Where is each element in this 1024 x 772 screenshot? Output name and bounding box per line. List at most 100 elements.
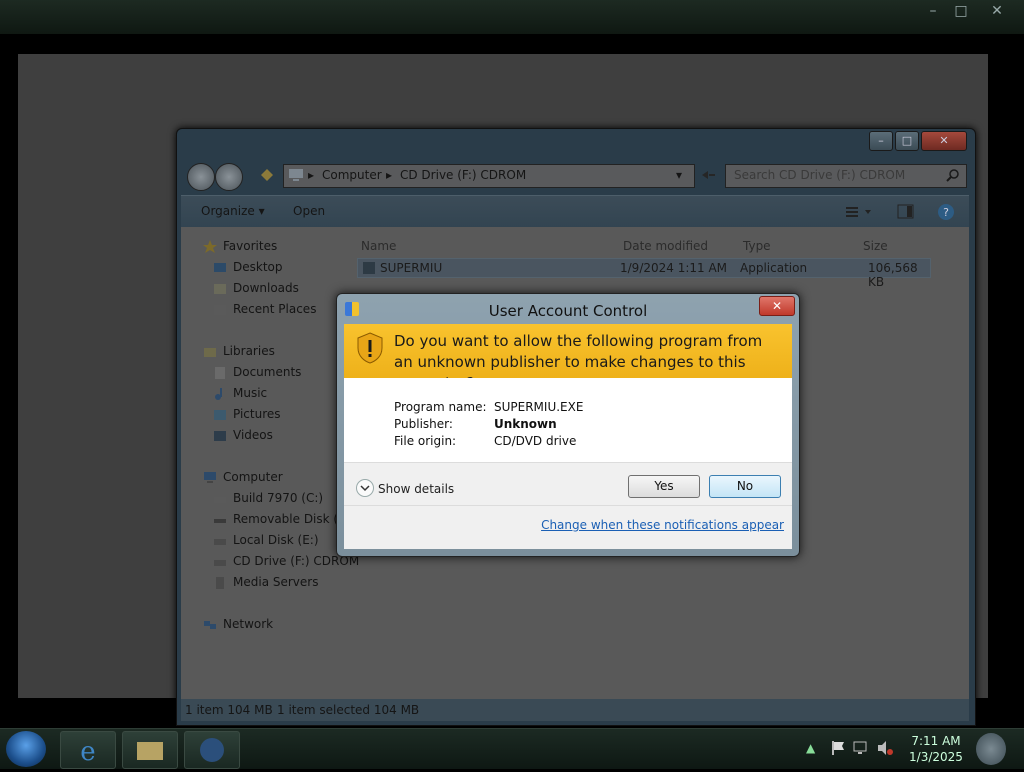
maximize-button[interactable]: □: [946, 2, 976, 20]
explorer-maximize-button[interactable]: □: [895, 131, 919, 151]
nav-documents[interactable]: Documents: [213, 365, 301, 379]
change-notifications-link[interactable]: Change when these notifications appear: [541, 518, 784, 532]
address-dropdown-icon[interactable]: ▾: [676, 168, 682, 182]
file-origin-label: File origin:: [394, 434, 457, 448]
uac-close-button[interactable]: ✕: [759, 296, 795, 316]
nav-network[interactable]: Network: [203, 617, 273, 631]
warning-shield-icon: [357, 332, 383, 364]
system-clock[interactable]: 7:11 AM 1/3/2025: [906, 733, 966, 765]
column-date-modified[interactable]: Date modified: [623, 239, 708, 253]
forward-button[interactable]: [215, 163, 243, 191]
help-icon[interactable]: ?: [937, 203, 955, 221]
column-type[interactable]: Type: [743, 239, 771, 253]
program-name-value: SUPERMIU.EXE: [494, 400, 584, 414]
pictures-icon: [214, 409, 226, 420]
status-items: 1 item 104 MB: [185, 703, 273, 717]
music-icon: [215, 387, 222, 400]
uac-dialog: User Account Control ✕ Do you want to al…: [336, 293, 800, 557]
footer-separator: [344, 505, 792, 506]
organize-button[interactable]: Organize ▾: [201, 204, 265, 218]
nav-downloads[interactable]: Downloads: [213, 281, 299, 295]
show-hidden-icons-icon[interactable]: ▲: [806, 741, 815, 755]
nav-computer[interactable]: Computer: [203, 470, 283, 484]
uac-warning-banner: Do you want to allow the following progr…: [344, 324, 792, 392]
preview-pane-icon[interactable]: [897, 204, 915, 220]
nav-libraries[interactable]: Libraries: [203, 344, 275, 358]
nav-recent-places[interactable]: Recent Places: [213, 302, 316, 316]
views-icon[interactable]: [845, 205, 875, 219]
open-button[interactable]: Open: [293, 204, 325, 218]
downloads-icon: [214, 283, 226, 294]
nav-removable-disk[interactable]: Removable Disk (D:): [213, 512, 356, 526]
command-bar: Organize ▾ Open ?: [181, 195, 969, 229]
file-size: 106,568 KB: [868, 261, 918, 289]
nav-cd-drive[interactable]: CD Drive (F:) CDROM: [213, 554, 359, 568]
libraries-icon: [204, 347, 216, 357]
nav-pictures[interactable]: Pictures: [213, 407, 281, 421]
clock-time: 7:11 AM: [911, 734, 961, 748]
publisher-label: Publisher:: [394, 417, 453, 431]
file-type: Application: [740, 261, 808, 275]
computer-icon: [204, 471, 216, 483]
internet-explorer-icon: e: [80, 737, 95, 767]
show-desktop-button[interactable]: [976, 733, 1006, 765]
hard-drive-icon: [214, 538, 226, 545]
desktop-icon: [214, 262, 226, 272]
clock-date: 1/3/2025: [909, 750, 963, 764]
program-name-label: Program name:: [394, 400, 487, 414]
minimize-button[interactable]: –: [918, 2, 948, 20]
no-button[interactable]: No: [709, 475, 781, 498]
computer-icon: [289, 169, 303, 181]
explorer-minimize-button[interactable]: –: [869, 131, 893, 151]
recent-places-icon: [214, 304, 226, 315]
file-date: 1/9/2024 1:11 AM: [620, 261, 728, 275]
file-row-selected[interactable]: SUPERMIU 1/9/2024 1:11 AM Application 10…: [357, 258, 931, 289]
show-details-link[interactable]: Show details: [378, 482, 454, 496]
removable-disk-icon: [214, 518, 226, 523]
volume-muted-icon[interactable]: [876, 740, 894, 756]
recent-pages-icon[interactable]: [259, 167, 275, 183]
refresh-icon[interactable]: [699, 167, 717, 183]
cd-drive-icon: [214, 559, 226, 566]
hard-drive-icon: [214, 496, 226, 503]
yes-button[interactable]: Yes: [628, 475, 700, 498]
breadcrumb-computer[interactable]: Computer: [322, 168, 382, 182]
nav-desktop[interactable]: Desktop: [213, 260, 283, 274]
close-button[interactable]: ✕: [982, 2, 1012, 20]
breadcrumb-cd-drive[interactable]: CD Drive (F:) CDROM: [400, 168, 526, 182]
taskbar-media-player[interactable]: [184, 731, 240, 769]
nav-build-drive[interactable]: Build 7970 (C:): [213, 491, 323, 505]
start-button[interactable]: [6, 731, 46, 767]
back-button[interactable]: [187, 163, 215, 191]
taskbar-explorer[interactable]: [122, 731, 178, 769]
taskbar: e ▲ 7:11 AM 1/3/2025: [0, 728, 1024, 769]
taskbar-internet-explorer[interactable]: e: [60, 731, 116, 769]
column-size[interactable]: Size: [863, 239, 888, 253]
nav-music[interactable]: Music: [213, 386, 267, 400]
search-icon: [946, 169, 959, 182]
search-input[interactable]: Search CD Drive (F:) CDROM: [725, 164, 967, 188]
uac-program-details: Program name: SUPERMIU.EXE Publisher: Un…: [344, 378, 792, 462]
explorer-close-button[interactable]: ✕: [921, 131, 967, 151]
file-origin-value: CD/DVD drive: [494, 434, 577, 448]
nav-favorites[interactable]: Favorites: [203, 239, 277, 253]
action-center-flag-icon[interactable]: [830, 740, 846, 756]
network-tray-icon[interactable]: [852, 740, 870, 756]
media-server-icon: [216, 576, 224, 589]
nav-media-servers[interactable]: Media Servers: [213, 575, 318, 589]
documents-icon: [215, 366, 225, 379]
status-selected: 1 item selected 104 MB: [277, 703, 420, 717]
svg-text:e: e: [80, 737, 95, 767]
status-bar: 1 item 104 MB 1 item selected 104 MB: [181, 699, 969, 721]
uac-body: Do you want to allow the following progr…: [344, 324, 792, 549]
publisher-value: Unknown: [494, 417, 557, 431]
media-player-icon: [200, 738, 224, 762]
nav-local-disk[interactable]: Local Disk (E:): [213, 533, 319, 547]
address-bar[interactable]: ▸ Computer ▸ CD Drive (F:) CDROM ▾: [283, 164, 695, 188]
application-icon: [363, 262, 375, 274]
column-name[interactable]: Name: [361, 239, 396, 253]
nav-videos[interactable]: Videos: [213, 428, 273, 442]
uac-footer: Show details Yes No Change when these no…: [344, 462, 792, 549]
outer-window-titlebar: – □ ✕: [0, 0, 1024, 34]
show-details-chevron-icon[interactable]: [356, 479, 374, 497]
